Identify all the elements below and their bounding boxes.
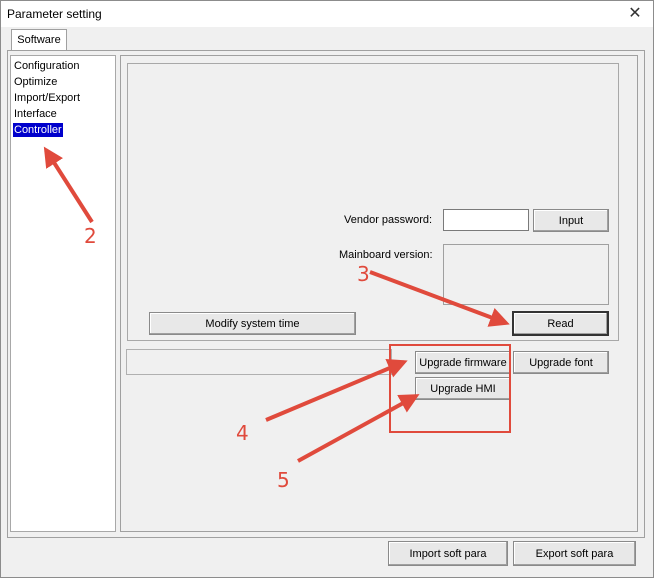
- import-soft-para-button[interactable]: Import soft para: [388, 541, 508, 566]
- tab-software[interactable]: Software: [11, 29, 67, 51]
- sidebar-list[interactable]: Configuration Optimize Import/Export Int…: [10, 55, 116, 532]
- annotation-label-3: 3: [357, 262, 370, 286]
- upgrade-progress-bar: [126, 349, 392, 375]
- export-soft-para-button[interactable]: Export soft para: [513, 541, 636, 566]
- read-button[interactable]: Read: [512, 311, 609, 336]
- parameter-setting-dialog: Parameter setting ✕ Software Configurati…: [0, 0, 654, 578]
- sidebar-item-optimize[interactable]: Optimize: [13, 75, 58, 89]
- vendor-password-input[interactable]: [443, 209, 529, 231]
- mainboard-version-display: [443, 244, 609, 305]
- sidebar-item-import-export[interactable]: Import/Export: [13, 91, 81, 105]
- sidebar-item-interface[interactable]: Interface: [13, 107, 58, 121]
- upgrade-firmware-button[interactable]: Upgrade firmware: [415, 351, 511, 374]
- upgrade-font-button[interactable]: Upgrade font: [513, 351, 609, 374]
- title-bar: Parameter setting ✕: [1, 1, 653, 27]
- annotation-label-2: 2: [84, 224, 97, 248]
- upgrade-hmi-button[interactable]: Upgrade HMI: [415, 377, 511, 400]
- vendor-password-label: Vendor password:: [344, 214, 433, 226]
- annotation-label-4: 4: [236, 421, 249, 445]
- close-icon[interactable]: ✕: [623, 3, 647, 25]
- window-title: Parameter setting: [7, 7, 102, 21]
- sidebar-item-configuration[interactable]: Configuration: [13, 59, 80, 73]
- annotation-label-5: 5: [277, 468, 290, 492]
- input-button[interactable]: Input: [533, 209, 609, 232]
- sidebar-item-controller[interactable]: Controller: [13, 123, 63, 137]
- mainboard-version-label: Mainboard version:: [339, 249, 433, 261]
- modify-system-time-button[interactable]: Modify system time: [149, 312, 356, 335]
